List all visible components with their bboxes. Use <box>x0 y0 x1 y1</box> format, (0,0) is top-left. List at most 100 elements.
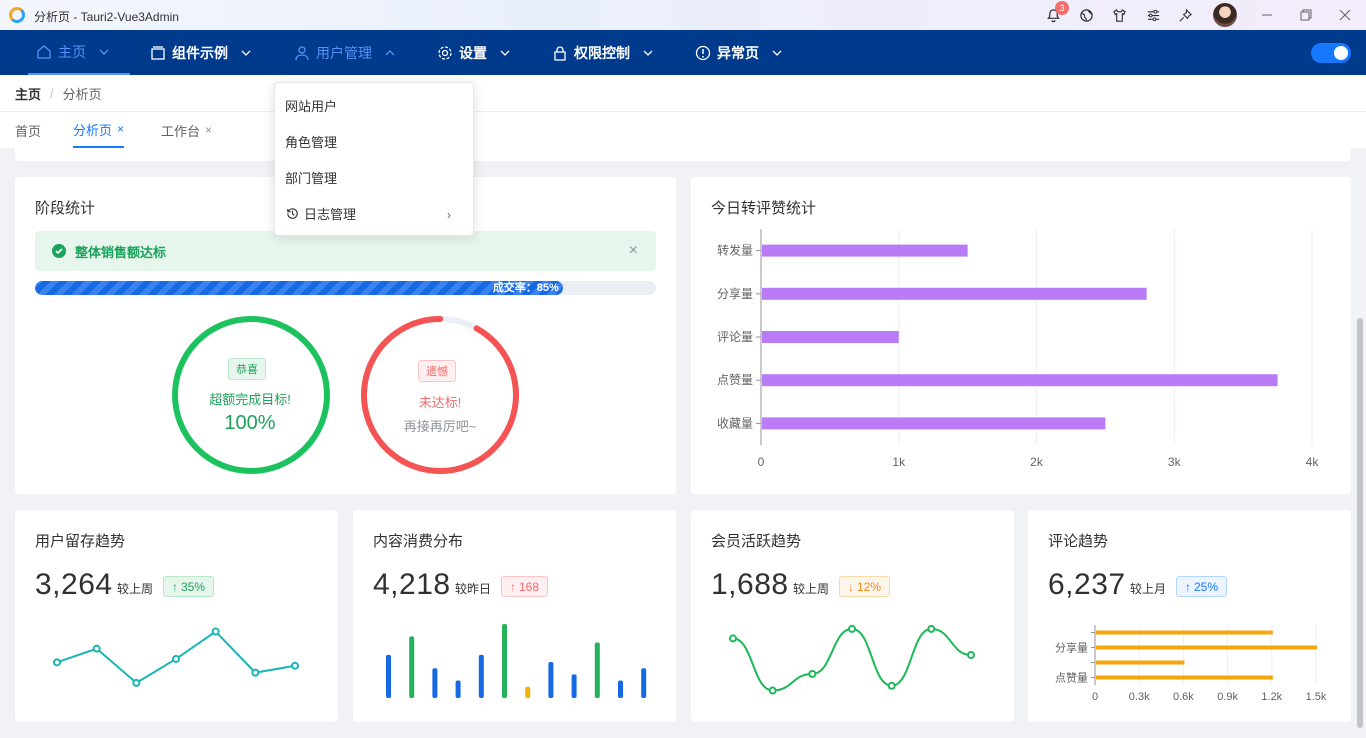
member-activity-card: 会员活跃趋势 1,688 较上周 ↓ 12% <box>691 510 1014 722</box>
progress-text: 成交率：85% <box>492 282 559 294</box>
comment-trend-card: 评论趋势 6,237 较上月 ↑ 25% 0 0.3k 0.6k 0.9k 1.2k 1.5… <box>1028 510 1351 722</box>
menu-item-label: 部门管理 <box>285 170 338 186</box>
menu-item-label: 角色管理 <box>285 134 338 150</box>
window-title: 分析页 - Tauri2-Vue3Admin <box>34 10 179 24</box>
today-stats-card: 今日转评赞统计 0 1k 2k 3k 4k 转发量 分享量 评论量 点赞量 收藏量 <box>691 177 1351 494</box>
menu-item-site-users[interactable]: 网站用户 <box>285 95 337 115</box>
app-logo-icon <box>9 7 25 23</box>
user-icon <box>295 45 309 60</box>
bar <box>762 374 1278 387</box>
nav-item-home[interactable]: 主页 <box>28 30 130 75</box>
bar <box>525 686 531 698</box>
tab-close-icon[interactable]: × <box>117 122 124 136</box>
change-badge: ↑ 25% <box>1176 576 1228 597</box>
lock-icon <box>554 45 566 61</box>
breadcrumb-separator: / <box>50 85 54 101</box>
data-point <box>53 658 61 667</box>
sliders-icon[interactable] <box>1144 6 1162 24</box>
gear-icon <box>438 45 452 60</box>
minimize-icon[interactable] <box>1257 5 1277 25</box>
avatar[interactable] <box>1213 3 1237 27</box>
success-value: 100% <box>224 412 276 434</box>
breadcrumb-home[interactable]: 主页 <box>15 84 41 103</box>
pin-icon[interactable] <box>1176 6 1194 24</box>
series-line <box>732 627 972 692</box>
y-tick-label: 转发量 <box>717 243 753 258</box>
chevron-down-icon <box>500 50 510 56</box>
chevron-down-icon <box>772 50 782 56</box>
bar <box>386 654 391 698</box>
x-tick-label: 0.9k <box>1217 691 1238 703</box>
chevron-down-icon <box>241 50 251 56</box>
y-tick-label: 分享量 <box>1055 641 1088 655</box>
bar <box>594 642 600 698</box>
tab-analysis[interactable]: 分析页 × <box>73 112 125 148</box>
change-badge: ↓ 12% <box>839 576 891 597</box>
theme-toggle[interactable] <box>1311 43 1351 63</box>
bar <box>618 680 623 698</box>
data-point <box>887 681 896 690</box>
x-tick-label: 1.5k <box>1306 691 1327 703</box>
notification-badge: 3 <box>1055 1 1069 15</box>
stat-value: 4,218 <box>373 568 451 601</box>
nav-item-permissions[interactable]: 权限控制 <box>552 30 654 75</box>
history-icon <box>287 207 298 219</box>
menu-item-roles[interactable]: 角色管理 <box>285 131 337 151</box>
components-icon <box>151 45 165 60</box>
bar <box>1096 630 1273 635</box>
card-title: 用户留存趋势 <box>35 533 126 550</box>
nav-item-label: 用户管理 <box>316 44 372 61</box>
tabs-bar: 首页 分析页 × 工作台 × <box>0 112 1366 148</box>
bar <box>571 674 577 698</box>
card-title: 今日转评赞统计 <box>711 200 817 217</box>
stat-value: 1,688 <box>711 568 789 601</box>
shirt-icon[interactable] <box>1110 6 1128 24</box>
nav-item-label: 权限控制 <box>574 44 630 61</box>
change-badge: ↑ 35% <box>163 576 215 597</box>
nav-item-exceptions[interactable]: 异常页 <box>695 30 783 75</box>
success-alert: 整体销售额达标 × <box>35 231 656 271</box>
data-point <box>848 624 856 633</box>
chevron-up-icon <box>385 49 395 55</box>
data-point <box>211 627 220 636</box>
tab-workbench[interactable]: 工作台 × <box>161 112 212 148</box>
card-title: 内容消费分布 <box>373 533 464 550</box>
bar <box>641 668 647 698</box>
data-point <box>172 654 180 663</box>
breadcrumb-current: 分析页 <box>62 86 102 102</box>
top-nav: 主页 组件示例 用户管理 设置 权限控制 异常页 <box>0 30 1366 75</box>
x-tick-label: 1k <box>892 455 906 469</box>
consumption-card: 内容消费分布 4,218 较昨日 ↑ 168 <box>353 510 676 722</box>
user-management-dropdown: 网站用户 角色管理 部门管理 日志管理 › <box>274 82 474 236</box>
tab-label: 工作台 <box>161 123 201 139</box>
data-point <box>92 644 101 653</box>
tab-close-icon[interactable]: × <box>205 123 212 137</box>
menu-item-label: 日志管理 <box>304 206 357 222</box>
bar <box>762 287 1147 300</box>
card-title: 评论趋势 <box>1048 533 1109 550</box>
nav-item-components[interactable]: 组件示例 <box>150 30 252 75</box>
nav-item-label: 主页 <box>58 43 86 60</box>
tab-label: 分析页 <box>73 122 113 138</box>
today-bar-chart: 0 1k 2k 3k 4k 转发量分享量评论量点赞量收藏量 <box>717 229 1319 469</box>
alert-close-icon[interactable]: × <box>629 242 638 260</box>
scrollbar-thumb[interactable] <box>1357 318 1363 728</box>
menu-item-logs[interactable]: 日志管理 <box>285 203 356 223</box>
nav-item-settings[interactable]: 设置 <box>437 30 511 75</box>
close-icon[interactable] <box>1335 5 1355 25</box>
arrow-up-icon: ↑ <box>172 579 178 594</box>
comment-bar-chart: 0 0.3k 0.6k 0.9k 1.2k 1.5k 点赞量 分享量 <box>1055 625 1327 703</box>
bar <box>409 636 415 698</box>
restore-icon[interactable] <box>1296 5 1316 25</box>
card-title: 会员活跃趋势 <box>711 533 802 550</box>
nav-item-users[interactable]: 用户管理 <box>294 30 396 75</box>
x-tick-label: 0 <box>1092 691 1098 703</box>
toggle-knob <box>1334 46 1348 60</box>
x-tick-label: 1.2k <box>1261 691 1282 703</box>
tab-home[interactable]: 首页 <box>15 112 41 148</box>
chevron-down-icon <box>99 49 109 55</box>
nav-item-label: 组件示例 <box>172 44 228 61</box>
globe-icon[interactable] <box>1077 6 1095 24</box>
data-point <box>967 650 975 659</box>
menu-item-departments[interactable]: 部门管理 <box>285 167 337 187</box>
